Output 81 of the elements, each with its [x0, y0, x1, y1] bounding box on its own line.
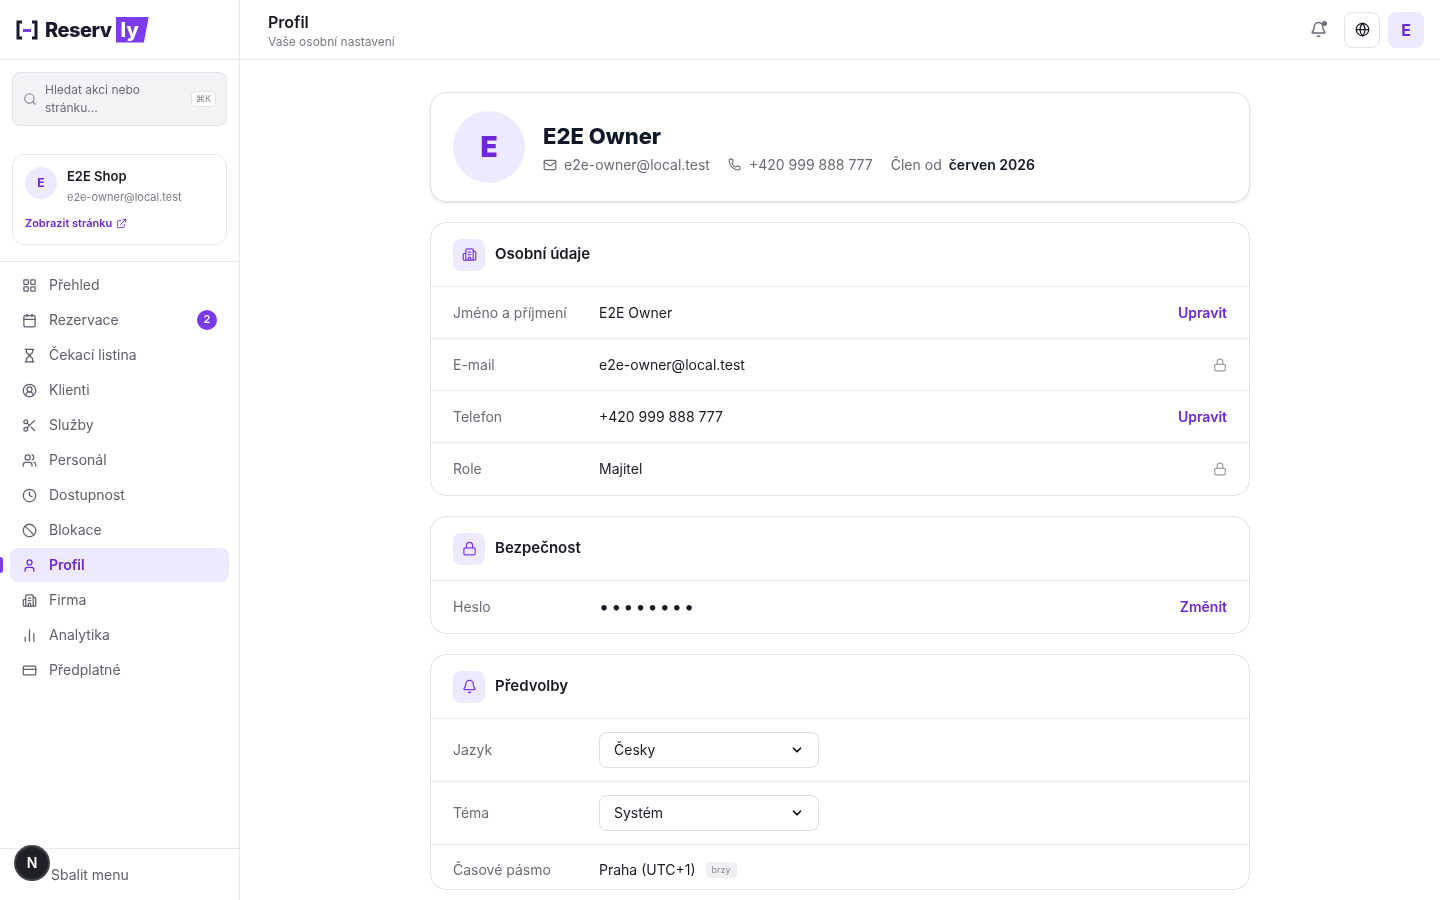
- section-title: Bezpečnost: [495, 537, 581, 560]
- page-title: Profil: [268, 10, 310, 34]
- field-label: Telefon: [453, 406, 504, 427]
- soon-badge: brzy: [705, 862, 737, 878]
- grid-icon: [22, 277, 37, 293]
- edit-link[interactable]: Upravit: [1177, 302, 1227, 323]
- edit-link[interactable]: Změnit: [1179, 597, 1227, 617]
- profile-avatar: E: [453, 111, 525, 183]
- shortcut-key: ⌘K: [190, 91, 216, 107]
- phone-icon: [727, 158, 741, 171]
- ban-icon: [22, 522, 37, 538]
- member-label: Člen od: [890, 154, 942, 175]
- bell-icon: [1309, 21, 1327, 38]
- field-label: Jazyk: [453, 740, 494, 760]
- nav-item[interactable]: Služby: [10, 408, 229, 442]
- field-value: e2e-owner@local.test: [599, 354, 746, 375]
- lock-badge-icon: [453, 532, 485, 565]
- select-field[interactable]: Systém: [599, 795, 819, 831]
- building-icon: [22, 592, 37, 608]
- active-indicator: [0, 556, 3, 573]
- card-icon: [22, 662, 37, 678]
- bell-badge-icon: [453, 670, 485, 703]
- member-since: červen 2026: [948, 154, 1035, 175]
- nav-item[interactable]: Personál: [10, 443, 229, 477]
- lock-icon: [1213, 357, 1227, 372]
- nav-item[interactable]: Čekací listina: [10, 338, 229, 372]
- count-badge: 2: [197, 310, 217, 330]
- select-field[interactable]: Česky: [599, 732, 819, 768]
- field-label: Časové pásmo: [453, 860, 552, 880]
- page-subtitle: Vaše osobní nastavení: [268, 33, 395, 50]
- logo-text: Reserv: [45, 16, 112, 44]
- nav-item[interactable]: Klienti: [10, 373, 229, 407]
- field-value: Praha (UTC+1): [599, 860, 696, 880]
- profile-phone: +420 999 888 777: [748, 154, 873, 175]
- nav-item[interactable]: Blokace: [10, 513, 229, 547]
- dev-badge[interactable]: N: [14, 845, 50, 881]
- bar-chart-icon: [22, 627, 37, 643]
- collapse-menu-button[interactable]: Sbalit menu: [51, 864, 129, 885]
- edit-link[interactable]: Upravit: [1177, 406, 1227, 427]
- field-value: E2E Owner: [599, 302, 674, 323]
- field-value: Majitel: [599, 459, 644, 479]
- profile-email: e2e-owner@local.test: [564, 154, 710, 175]
- field-label: Role: [453, 459, 483, 479]
- scissors-icon: [22, 417, 37, 433]
- hourglass-icon: [22, 347, 37, 363]
- shop-avatar: E: [25, 167, 57, 199]
- logo-accent: ly: [115, 16, 149, 43]
- section-title: Osobní údaje: [495, 243, 591, 266]
- nav-item[interactable]: Firma: [10, 583, 229, 617]
- clock-icon: [22, 487, 37, 503]
- users-icon: [22, 452, 37, 468]
- user-circle-icon: [22, 382, 37, 398]
- field-label: Heslo: [453, 597, 492, 617]
- calendar-icon: [22, 312, 37, 328]
- search-icon: [23, 92, 37, 106]
- nav-item[interactable]: Rezervace 2: [10, 303, 229, 337]
- field-label: Téma: [453, 803, 491, 823]
- nav-item[interactable]: Dostupnost: [10, 478, 229, 512]
- section-title: Předvolby: [495, 675, 569, 698]
- search-field[interactable]: Hledat akci nebo stránku... ⌘K: [12, 72, 227, 126]
- globe-icon: [1354, 22, 1370, 37]
- external-link-icon: [116, 217, 128, 229]
- bracket-logo-icon: [16, 19, 38, 40]
- mail-icon: [543, 157, 557, 172]
- nav-item[interactable]: Předplatné: [10, 653, 229, 687]
- nav-item[interactable]: Přehled: [10, 268, 229, 302]
- view-page-link[interactable]: Zobrazit stránku: [25, 215, 214, 232]
- lock-icon: [1213, 462, 1227, 476]
- nav-item[interactable]: Analytika: [10, 618, 229, 652]
- field-label: Jméno a příjmení: [453, 302, 568, 323]
- building-badge-icon: [453, 238, 485, 271]
- shop-email: e2e-owner@local.test: [67, 188, 182, 205]
- field-value: ••••••••: [599, 595, 697, 619]
- field-label: E-mail: [453, 354, 496, 375]
- nav-item[interactable]: Profil: [10, 548, 229, 582]
- user-avatar-button[interactable]: E: [1388, 11, 1424, 48]
- profile-name: E2E Owner: [543, 121, 663, 151]
- shop-name: E2E Shop: [67, 167, 128, 186]
- user-icon: [22, 557, 37, 573]
- field-value: +420 999 888 777: [599, 406, 724, 427]
- language-button[interactable]: [1344, 11, 1380, 48]
